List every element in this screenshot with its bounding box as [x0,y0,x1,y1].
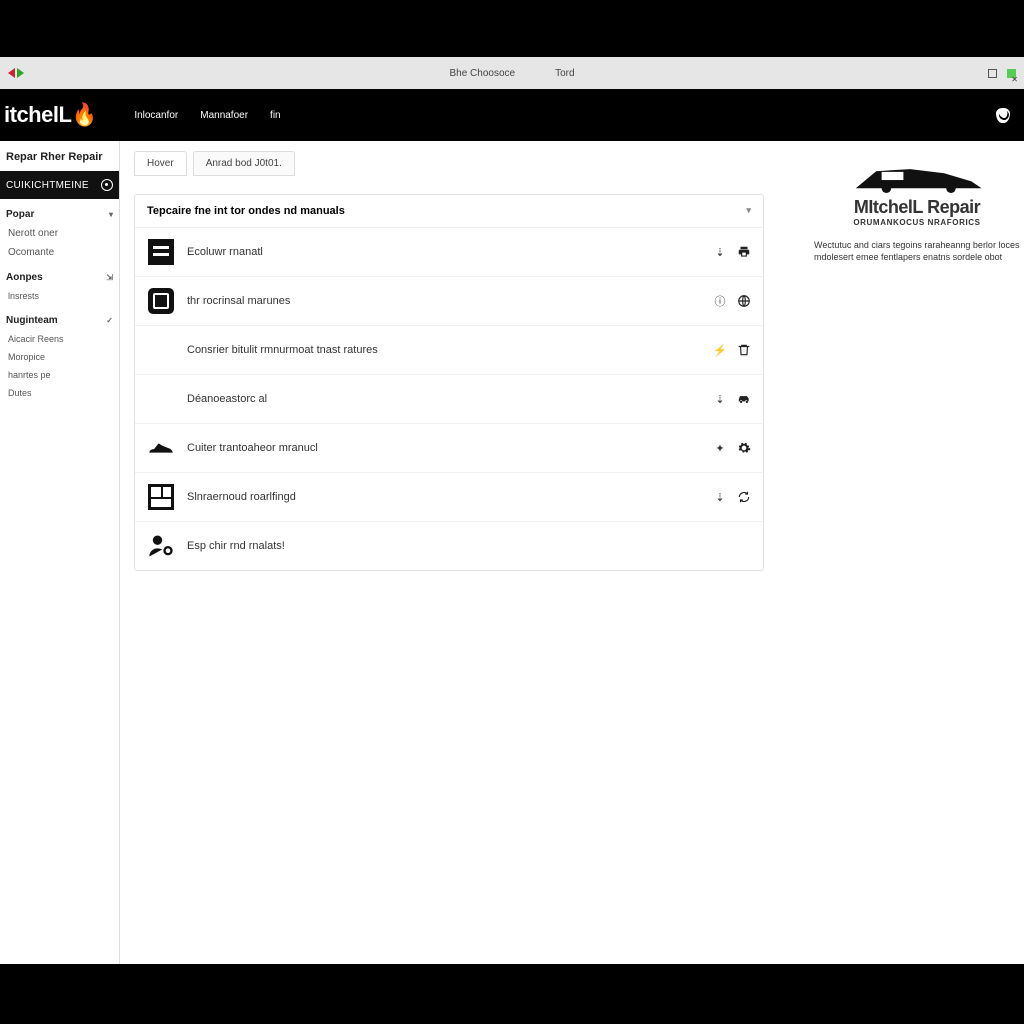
nav-item-2[interactable]: Mannafoer [200,110,248,121]
header-nav: Inlocanfor Mannafoer fin [134,110,280,121]
shoe-icon [147,434,175,462]
sidebar-item[interactable]: Ocomante [0,243,119,262]
main: Hover Anrad bod J0t01. Tepcaire fne int … [120,141,1024,964]
row-actions: ⇣ [713,392,751,406]
chrome-title-area: Bhe Choosoce Tord [449,68,574,79]
app-window: Bhe Choosoce Tord ✕ itchelL🔥 Inlocanfor … [0,57,1024,964]
content: Hover Anrad bod J0t01. Tepcaire fne int … [120,141,800,964]
globe-icon[interactable] [737,294,751,308]
sidebar-section-1[interactable]: Popar ▾ [0,199,119,224]
shield-icon[interactable] [996,108,1010,123]
person-gear-icon [147,532,175,560]
download-icon[interactable]: ⇣ [713,392,727,406]
manual-row-label: Slnraernoud roarlfingd [187,491,713,503]
sidebar-item[interactable]: Moropice [0,348,119,366]
row-actions: ⚡ [713,343,751,357]
sidebar-section-3[interactable]: Nuginteam ✓ [0,305,119,330]
app-header: itchelL🔥 Inlocanfor Mannafoer fin [0,89,1024,141]
brand-badge: MItchelL Repair ORUMANKOCUS NRAFORICS [814,161,1020,227]
caret-icon[interactable]: ▾ [746,205,751,217]
sidebar: Repar Rher Repair CUIKICHTMEINE Popar ▾ … [0,141,120,964]
manual-row[interactable]: Cuiter trantoaheor mranucl ✦ [135,424,763,473]
document-icon [147,238,175,266]
sidebar-item[interactable]: Dutes [0,384,119,402]
sidebar-active-item[interactable]: CUIKICHTMEINE [0,171,119,199]
check-icon: ✓ [106,316,113,325]
brand-logo[interactable]: itchelL🔥 [0,102,98,128]
brand-tagline: ORUMANKOCUS NRAFORICS [814,218,1020,227]
info-icon[interactable]: ⓘ [713,294,727,308]
bolt-icon[interactable]: ⚡ [713,343,727,357]
manual-row-label: thr rocrinsal marunes [187,295,713,307]
row-actions: ⓘ [713,294,751,308]
download-icon[interactable]: ⇣ [713,490,727,504]
sidebar-section-3-label: Nuginteam [6,315,58,326]
person-icon[interactable]: ✦ [713,441,727,455]
browser-chrome: Bhe Choosoce Tord ✕ [0,57,1024,89]
manual-row[interactable]: thr rocrinsal marunes ⓘ [135,277,763,326]
sidebar-active-label: CUIKICHTMEINE [6,180,89,191]
settings-icon[interactable] [737,441,751,455]
manual-row[interactable]: Déanoeastorc al ⇣ [135,375,763,424]
body: Repar Rher Repair CUIKICHTMEINE Popar ▾ … [0,141,1024,964]
manual-row-label: Déanoeastorc al [187,393,713,405]
sidebar-section-2-label: Aonpes [6,272,43,283]
manual-row-label: Consrier bitulit rmnurmoat tnast ratures [187,344,713,356]
header-right[interactable] [996,108,1010,123]
manual-row-label: Cuiter trantoaheor mranucl [187,442,713,454]
nav-item-3[interactable]: fin [270,110,281,121]
car-icon[interactable] [737,392,751,406]
panel-title: Tepcaire fne int tor ondes nd manuals [147,205,345,217]
chrome-title-1: Bhe Choosoce [449,68,515,79]
row-actions: ⇣ [713,245,751,259]
manual-row[interactable]: Esp chir rnd rnalats! [135,522,763,570]
sidebar-title: Repar Rher Repair [0,141,119,171]
manual-row-label: Ecoluwr rnanatl [187,246,713,258]
gear-icon [101,179,113,191]
download-icon[interactable]: ⇣ [713,245,727,259]
brand-logo-text: itchelL [4,102,71,127]
info-copy: Wectutuc and ciars tegoins raraheanng be… [814,239,1020,263]
manual-row[interactable]: Slnraernoud roarlfingd ⇣ [135,473,763,522]
manual-row[interactable]: Ecoluwr rnanatl ⇣ [135,228,763,277]
info-column: MItchelL Repair ORUMANKOCUS NRAFORICS We… [800,141,1024,964]
forward-icon[interactable] [17,68,24,78]
car-silhouette-icon [842,161,992,195]
trash-icon[interactable] [737,343,751,357]
row-actions: ✦ [713,441,751,455]
blank-icon [147,336,175,364]
row-actions: ⇣ [713,490,751,504]
sidebar-item[interactable]: Nerott oner [0,224,119,243]
chrome-title-2: Tord [555,68,574,79]
sidebar-section-1-label: Popar [6,209,34,220]
manual-row-label: Esp chir rnd rnalats! [187,540,751,552]
sidebar-item[interactable]: hanrtes pe [0,366,119,384]
sidebar-item[interactable]: lnsrests [0,287,119,305]
flame-icon: 🔥 [73,102,97,128]
screen-icon [147,287,175,315]
tabs: Hover Anrad bod J0t01. [134,141,800,176]
nav-item-1[interactable]: Inlocanfor [134,110,178,121]
tab-home[interactable]: Hover [134,151,187,176]
grid-icon [147,483,175,511]
chrome-close-icon[interactable]: ✕ [1011,75,1018,84]
sidebar-item[interactable]: Aicacir Reens [0,330,119,348]
blank-icon [147,385,175,413]
window-layout-icon[interactable] [988,69,997,78]
chevron-down-icon: ▾ [109,210,113,219]
back-icon[interactable] [8,68,15,78]
brand-name: MItchelL Repair [814,197,1020,218]
nav-arrows[interactable] [8,68,24,78]
sync-icon[interactable] [737,490,751,504]
manual-row[interactable]: Consrier bitulit rmnurmoat tnast ratures… [135,326,763,375]
manuals-panel: Tepcaire fne int tor ondes nd manuals ▾ … [134,194,764,571]
expand-icon: ⇲ [106,273,113,282]
sidebar-section-2[interactable]: Aonpes ⇲ [0,262,119,287]
panel-header: Tepcaire fne int tor ondes nd manuals ▾ [135,195,763,228]
print-icon[interactable] [737,245,751,259]
tab-second[interactable]: Anrad bod J0t01. [193,151,295,176]
